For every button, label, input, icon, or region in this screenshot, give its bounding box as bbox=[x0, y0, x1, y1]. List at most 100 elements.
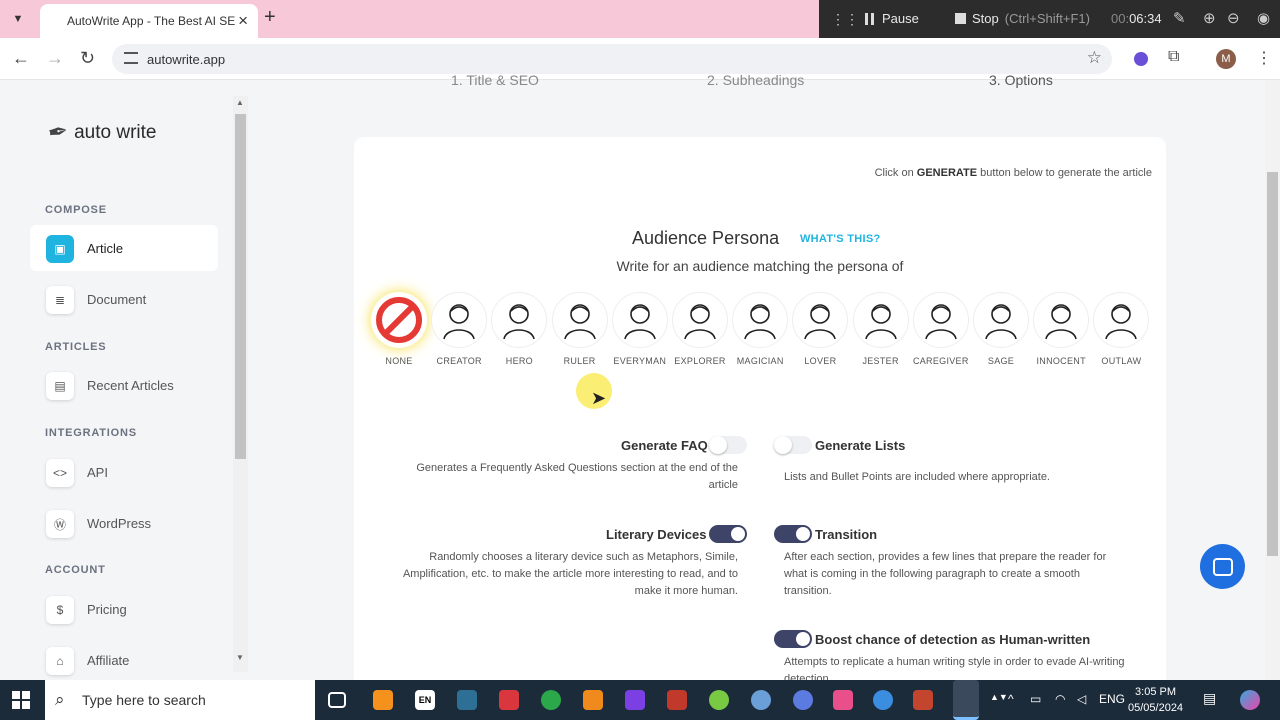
drag-handle-icon[interactable]: ⋮⋮ bbox=[831, 11, 859, 28]
battery-icon[interactable]: ▭ bbox=[1030, 692, 1041, 706]
tray-overflow-icon[interactable]: ^ bbox=[1008, 692, 1014, 706]
clipboard-icon[interactable] bbox=[667, 690, 687, 710]
tray-scroll-icon[interactable]: ▲▼ bbox=[990, 692, 1008, 702]
search-icon: ⌕ bbox=[55, 690, 65, 709]
persona-sage[interactable]: SAGE bbox=[971, 292, 1031, 366]
page-scrollbar-thumb[interactable] bbox=[1267, 172, 1278, 556]
input-language[interactable]: ENG bbox=[1099, 692, 1125, 706]
persona-outlaw[interactable]: OUTLAW bbox=[1091, 292, 1151, 366]
app-icon-grid[interactable] bbox=[913, 690, 933, 710]
page-scrollbar[interactable] bbox=[1265, 80, 1280, 680]
persona-lover[interactable]: LOVER bbox=[790, 292, 850, 366]
new-tab-icon[interactable]: + bbox=[264, 6, 276, 29]
pen-icon[interactable]: ✎ bbox=[1173, 9, 1186, 27]
option-human-title: Boost chance of detection as Human-writt… bbox=[815, 632, 1091, 647]
scroll-down-icon[interactable]: ▼ bbox=[236, 653, 244, 662]
sidebar-item-pricing[interactable]: $ Pricing bbox=[30, 586, 218, 632]
close-tab-icon[interactable]: × bbox=[238, 11, 248, 31]
site-info-icon[interactable] bbox=[124, 52, 138, 64]
browser-menu-icon[interactable]: ⋮ bbox=[1256, 48, 1272, 68]
notification-icon[interactable]: ▤ bbox=[1203, 690, 1216, 707]
copilot-tray-icon[interactable] bbox=[1240, 690, 1260, 710]
human-written-toggle[interactable] bbox=[774, 630, 812, 648]
profile-avatar[interactable]: M bbox=[1216, 49, 1236, 69]
copilot-icon[interactable] bbox=[833, 690, 853, 710]
persona-label: LOVER bbox=[804, 356, 837, 366]
windows-start-icon[interactable] bbox=[12, 691, 30, 709]
back-icon[interactable]: ← bbox=[12, 48, 30, 69]
persona-none[interactable]: NONE bbox=[369, 292, 429, 366]
sidebar-item-article[interactable]: ▣ Article bbox=[30, 225, 218, 271]
scrollbar-thumb[interactable] bbox=[235, 114, 246, 459]
whats-this-link[interactable]: WHAT'S THIS? bbox=[800, 233, 881, 245]
generate-hint: Click on GENERATE button below to genera… bbox=[875, 167, 1152, 179]
persona-hero[interactable]: HERO bbox=[489, 292, 549, 366]
sidebar-item-wordpress[interactable]: Ⓦ WordPress bbox=[30, 500, 218, 546]
pause-button[interactable]: Pause bbox=[865, 11, 919, 26]
volume-icon[interactable]: ◁ bbox=[1077, 692, 1086, 706]
app-icon-blue[interactable] bbox=[457, 690, 477, 710]
extension-icon[interactable] bbox=[1134, 52, 1148, 66]
persona-jester[interactable]: JESTER bbox=[851, 292, 911, 366]
chrome-taskbar-icon[interactable] bbox=[953, 680, 979, 720]
faq-toggle[interactable] bbox=[709, 436, 747, 454]
brand-logo[interactable]: ✒ auto write bbox=[46, 117, 157, 147]
sidebar-item-label: API bbox=[87, 464, 108, 480]
persona-explorer[interactable]: EXPLORER bbox=[670, 292, 730, 366]
sidebar-item-api[interactable]: <> API bbox=[30, 449, 218, 495]
taskbar-search-input[interactable]: ⌕ Type here to search bbox=[45, 680, 315, 720]
extensions-puzzle-icon[interactable]: ⧉ bbox=[1168, 48, 1179, 66]
step-options[interactable]: 3. Options bbox=[989, 72, 1053, 88]
option-faq-desc: Generates a Frequently Asked Questions s… bbox=[416, 462, 738, 491]
sidebar-item-affiliate[interactable]: ⌂ Affiliate bbox=[30, 637, 218, 683]
persona-innocent[interactable]: INNOCENT bbox=[1031, 292, 1091, 366]
option-literary-desc: Randomly chooses a literary device such … bbox=[402, 551, 738, 597]
persona-everyman[interactable]: EVERYMAN bbox=[610, 292, 670, 366]
sidebar-item-document[interactable]: ≣ Document bbox=[30, 276, 218, 322]
sidebar-item-label: Recent Articles bbox=[87, 377, 174, 393]
url-field[interactable]: autowrite.app ☆ bbox=[112, 44, 1112, 74]
music-icon[interactable] bbox=[709, 690, 729, 710]
reload-icon[interactable]: ↻ bbox=[80, 48, 95, 69]
scroll-up-icon[interactable]: ▲ bbox=[236, 98, 244, 107]
stop-button[interactable]: Stop (Ctrl+Shift+F1) bbox=[955, 11, 1090, 26]
persona-label: INNOCENT bbox=[1036, 356, 1086, 366]
dollar-icon: $ bbox=[46, 596, 74, 624]
lists-toggle[interactable] bbox=[774, 436, 812, 454]
app-icon-red[interactable] bbox=[499, 690, 519, 710]
sidebar-scrollbar[interactable]: ▲ ▼ bbox=[233, 96, 248, 672]
app-icon-globe[interactable] bbox=[751, 690, 771, 710]
sidebar-item-recent-articles[interactable]: ▤ Recent Articles bbox=[30, 362, 218, 408]
bookmark-star-icon[interactable]: ☆ bbox=[1087, 48, 1102, 68]
literary-devices-toggle[interactable] bbox=[709, 525, 747, 543]
persona-caregiver-icon bbox=[912, 292, 969, 348]
tab-search-dropdown-icon[interactable]: ▼ bbox=[6, 7, 30, 31]
eye-icon[interactable]: ◉ bbox=[1257, 9, 1270, 27]
app-icon-purple[interactable] bbox=[625, 690, 645, 710]
task-view-icon[interactable] bbox=[328, 692, 346, 708]
language-app-icon[interactable]: EN bbox=[415, 690, 435, 710]
wifi-icon[interactable]: ◠ bbox=[1055, 692, 1065, 706]
taskbar-clock[interactable]: 3:05 PM 05/05/2024 bbox=[1128, 684, 1183, 716]
persona-magician[interactable]: MAGICIAN bbox=[730, 292, 790, 366]
persona-caregiver[interactable]: CAREGIVER bbox=[911, 292, 971, 366]
settings-gear-icon[interactable] bbox=[793, 690, 813, 710]
transition-toggle[interactable] bbox=[774, 525, 812, 543]
step-title-seo[interactable]: 1. Title & SEO bbox=[451, 72, 539, 88]
timer-prefix: 00: bbox=[1111, 11, 1130, 26]
persona-ruler[interactable]: RULER bbox=[550, 292, 610, 366]
torrent-icon[interactable] bbox=[541, 690, 561, 710]
persona-label: EVERYMAN bbox=[613, 356, 667, 366]
forward-icon[interactable]: → bbox=[46, 48, 64, 69]
app-icon-orange[interactable] bbox=[373, 690, 393, 710]
step-subheadings[interactable]: 2. Subheadings bbox=[707, 72, 804, 88]
app-icon-chat[interactable] bbox=[873, 690, 893, 710]
chat-support-button[interactable] bbox=[1200, 544, 1245, 589]
zoom-in-icon[interactable]: ⊕ bbox=[1203, 9, 1216, 27]
browser-tab[interactable]: AutoWrite App - The Best AI SE × bbox=[40, 4, 258, 38]
vlc-icon[interactable] bbox=[583, 690, 603, 710]
persona-creator[interactable]: CREATOR bbox=[429, 292, 489, 366]
persona-label: MAGICIAN bbox=[736, 356, 784, 366]
hint-prefix: Click on bbox=[874, 167, 917, 179]
zoom-out-icon[interactable]: ⊖ bbox=[1227, 9, 1240, 27]
